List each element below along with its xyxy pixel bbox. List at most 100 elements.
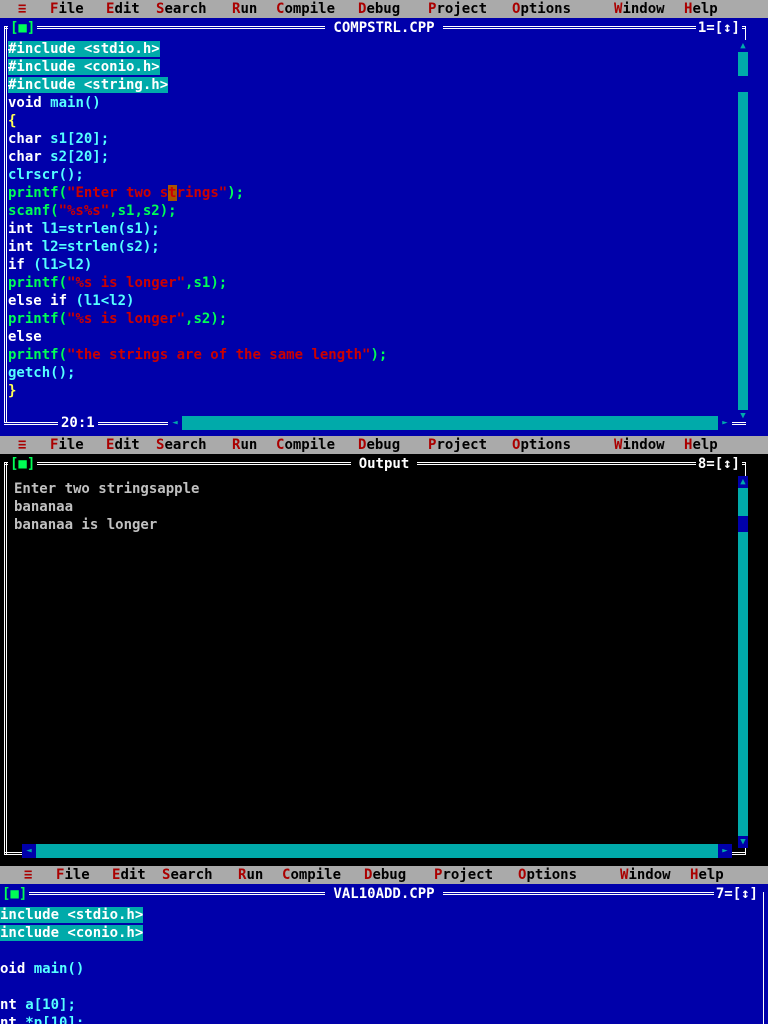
menu-compile[interactable]: Compile [276, 436, 335, 454]
menu-window[interactable]: Window [614, 436, 665, 454]
window-close-box[interactable]: [■] [8, 455, 38, 473]
menu-help[interactable]: Help [690, 866, 724, 884]
code-line: getch(); [8, 364, 728, 382]
scroll-thumb[interactable] [738, 76, 748, 92]
scroll-right-arrow-icon[interactable]: ► [718, 416, 732, 430]
code-token: { [8, 113, 17, 129]
menu-search[interactable]: Search [156, 436, 207, 454]
system-menu-icon[interactable]: ≡ [24, 866, 32, 884]
scroll-right-arrow-icon[interactable]: ► [718, 844, 732, 858]
system-menu-icon[interactable]: ≡ [18, 436, 26, 454]
code-token: include <conio.h> [0, 925, 144, 941]
menu-run[interactable]: Run [232, 436, 257, 454]
code-token: clrscr(); [8, 167, 84, 183]
code-token: ,s1,s2); [109, 203, 177, 219]
code-token: #include <conio.h> [8, 59, 160, 75]
menu-edit[interactable]: Edit [106, 436, 140, 454]
window-number-zoom[interactable]: 7=[↕] [713, 885, 760, 903]
menu-project[interactable]: Project [428, 436, 487, 454]
code-editor[interactable]: include <stdio.h> include <conio.h> oid ma… [0, 906, 728, 1024]
menu-label: ptions [526, 867, 578, 883]
menu-label: indow [622, 437, 665, 453]
scroll-left-arrow-icon[interactable]: ◄ [168, 416, 182, 430]
system-menu-icon[interactable]: ≡ [18, 0, 26, 18]
menu-run[interactable]: Run [232, 0, 257, 18]
menu-edit[interactable]: Edit [112, 866, 146, 884]
menu-file[interactable]: File [50, 0, 84, 18]
code-token: "the strings are of the same length" [67, 347, 371, 363]
editor-window-val10add[interactable]: [■] VAL10ADD.CPP 7=[↕] include <stdio.h>… [0, 884, 768, 1024]
menu-file[interactable]: File [56, 866, 90, 884]
code-token: printf( [8, 275, 68, 291]
code-line: int l2=strlen(s2); [8, 238, 728, 256]
menu-run[interactable]: Run [238, 866, 263, 884]
menu-label: earch [164, 1, 207, 17]
horizontal-scrollbar[interactable]: ◄ ► [22, 844, 732, 858]
menu-debug[interactable]: Debug [364, 866, 406, 884]
output-window[interactable]: [■] Output 8=[↕] ▲ ▼ ◄ ► Enter two strin… [0, 454, 768, 866]
menu-search[interactable]: Search [162, 866, 213, 884]
code-token: char [8, 149, 51, 165]
editor-window-compstrl[interactable]: [■] COMPSTRL.CPP 1=[↕] ▲ ▼ 20:1 ◄ ► #inc… [0, 18, 768, 436]
scroll-left-arrow-icon[interactable]: ◄ [22, 844, 36, 858]
menu-label: ptions [520, 437, 572, 453]
menu-label: ompile [284, 1, 336, 17]
menu-label: elp [692, 437, 718, 453]
window-close-box[interactable]: [■] [0, 885, 30, 903]
menu-file[interactable]: File [50, 436, 84, 454]
menu-window[interactable]: Window [620, 866, 671, 884]
menu-label: ile [58, 1, 84, 17]
menu-options[interactable]: Options [512, 0, 571, 18]
menu-project[interactable]: Project [434, 866, 493, 884]
ide-pane-val10add: ≡ File Edit Search Run Compile Debug Project Opt… [0, 866, 768, 1024]
window-close-box[interactable]: [■] [8, 19, 38, 37]
code-token: l2=strlen(s2); [41, 239, 160, 255]
menu-window[interactable]: Window [614, 0, 665, 18]
vertical-scrollbar[interactable]: ▲ ▼ [738, 476, 748, 848]
menu-label: ompile [284, 437, 336, 453]
window-number-zoom[interactable]: 8=[↕] [695, 455, 742, 473]
code-token: else if [8, 293, 76, 309]
menu-edit[interactable]: Edit [106, 0, 140, 18]
menu-compile[interactable]: Compile [276, 0, 335, 18]
menu-help[interactable]: Help [684, 0, 718, 18]
code-token: printf( [8, 185, 68, 201]
menu-label: roject [442, 867, 494, 883]
code-line: void main() [8, 94, 728, 112]
menu-label: ebug [366, 437, 401, 453]
vertical-scrollbar[interactable]: ▲ ▼ [738, 40, 748, 422]
code-token: } [8, 383, 17, 399]
code-token: "%s is longer" [67, 275, 186, 291]
menu-label: ebug [366, 1, 401, 17]
code-line: #include <conio.h> [8, 58, 728, 76]
menu-debug[interactable]: Debug [358, 436, 400, 454]
code-token: ); [370, 347, 388, 363]
menu-label: earch [164, 437, 207, 453]
menu-options[interactable]: Options [512, 436, 571, 454]
scroll-up-arrow-icon[interactable]: ▲ [738, 476, 748, 488]
code-token: (l1<l2) [75, 293, 135, 309]
code-token: main() [33, 961, 85, 977]
scroll-up-arrow-icon[interactable]: ▲ [738, 40, 748, 52]
scroll-down-arrow-icon[interactable]: ▼ [738, 836, 748, 848]
menu-help[interactable]: Help [684, 436, 718, 454]
window-number-zoom[interactable]: 1=[↕] [695, 19, 742, 37]
code-token: *p[10]; [25, 1015, 85, 1024]
scroll-down-arrow-icon[interactable]: ▼ [738, 410, 748, 422]
code-token: int [8, 239, 42, 255]
horizontal-scrollbar[interactable]: ◄ ► [168, 416, 732, 430]
menu-search[interactable]: Search [156, 0, 207, 18]
code-editor[interactable]: #include <stdio.h> #include <conio.h> #inc… [8, 40, 728, 400]
menu-compile[interactable]: Compile [282, 866, 341, 884]
code-token: "%s%s" [58, 203, 110, 219]
menu-debug[interactable]: Debug [358, 0, 400, 18]
menu-options[interactable]: Options [518, 866, 577, 884]
menu-label: dit [114, 437, 140, 453]
menu-label: elp [698, 867, 724, 883]
code-token: (l1>l2) [33, 257, 93, 273]
menu-project[interactable]: Project [428, 0, 487, 18]
code-line: nt a[10]; [0, 996, 728, 1014]
scroll-thumb[interactable] [738, 516, 748, 532]
menu-label: un [240, 437, 258, 453]
